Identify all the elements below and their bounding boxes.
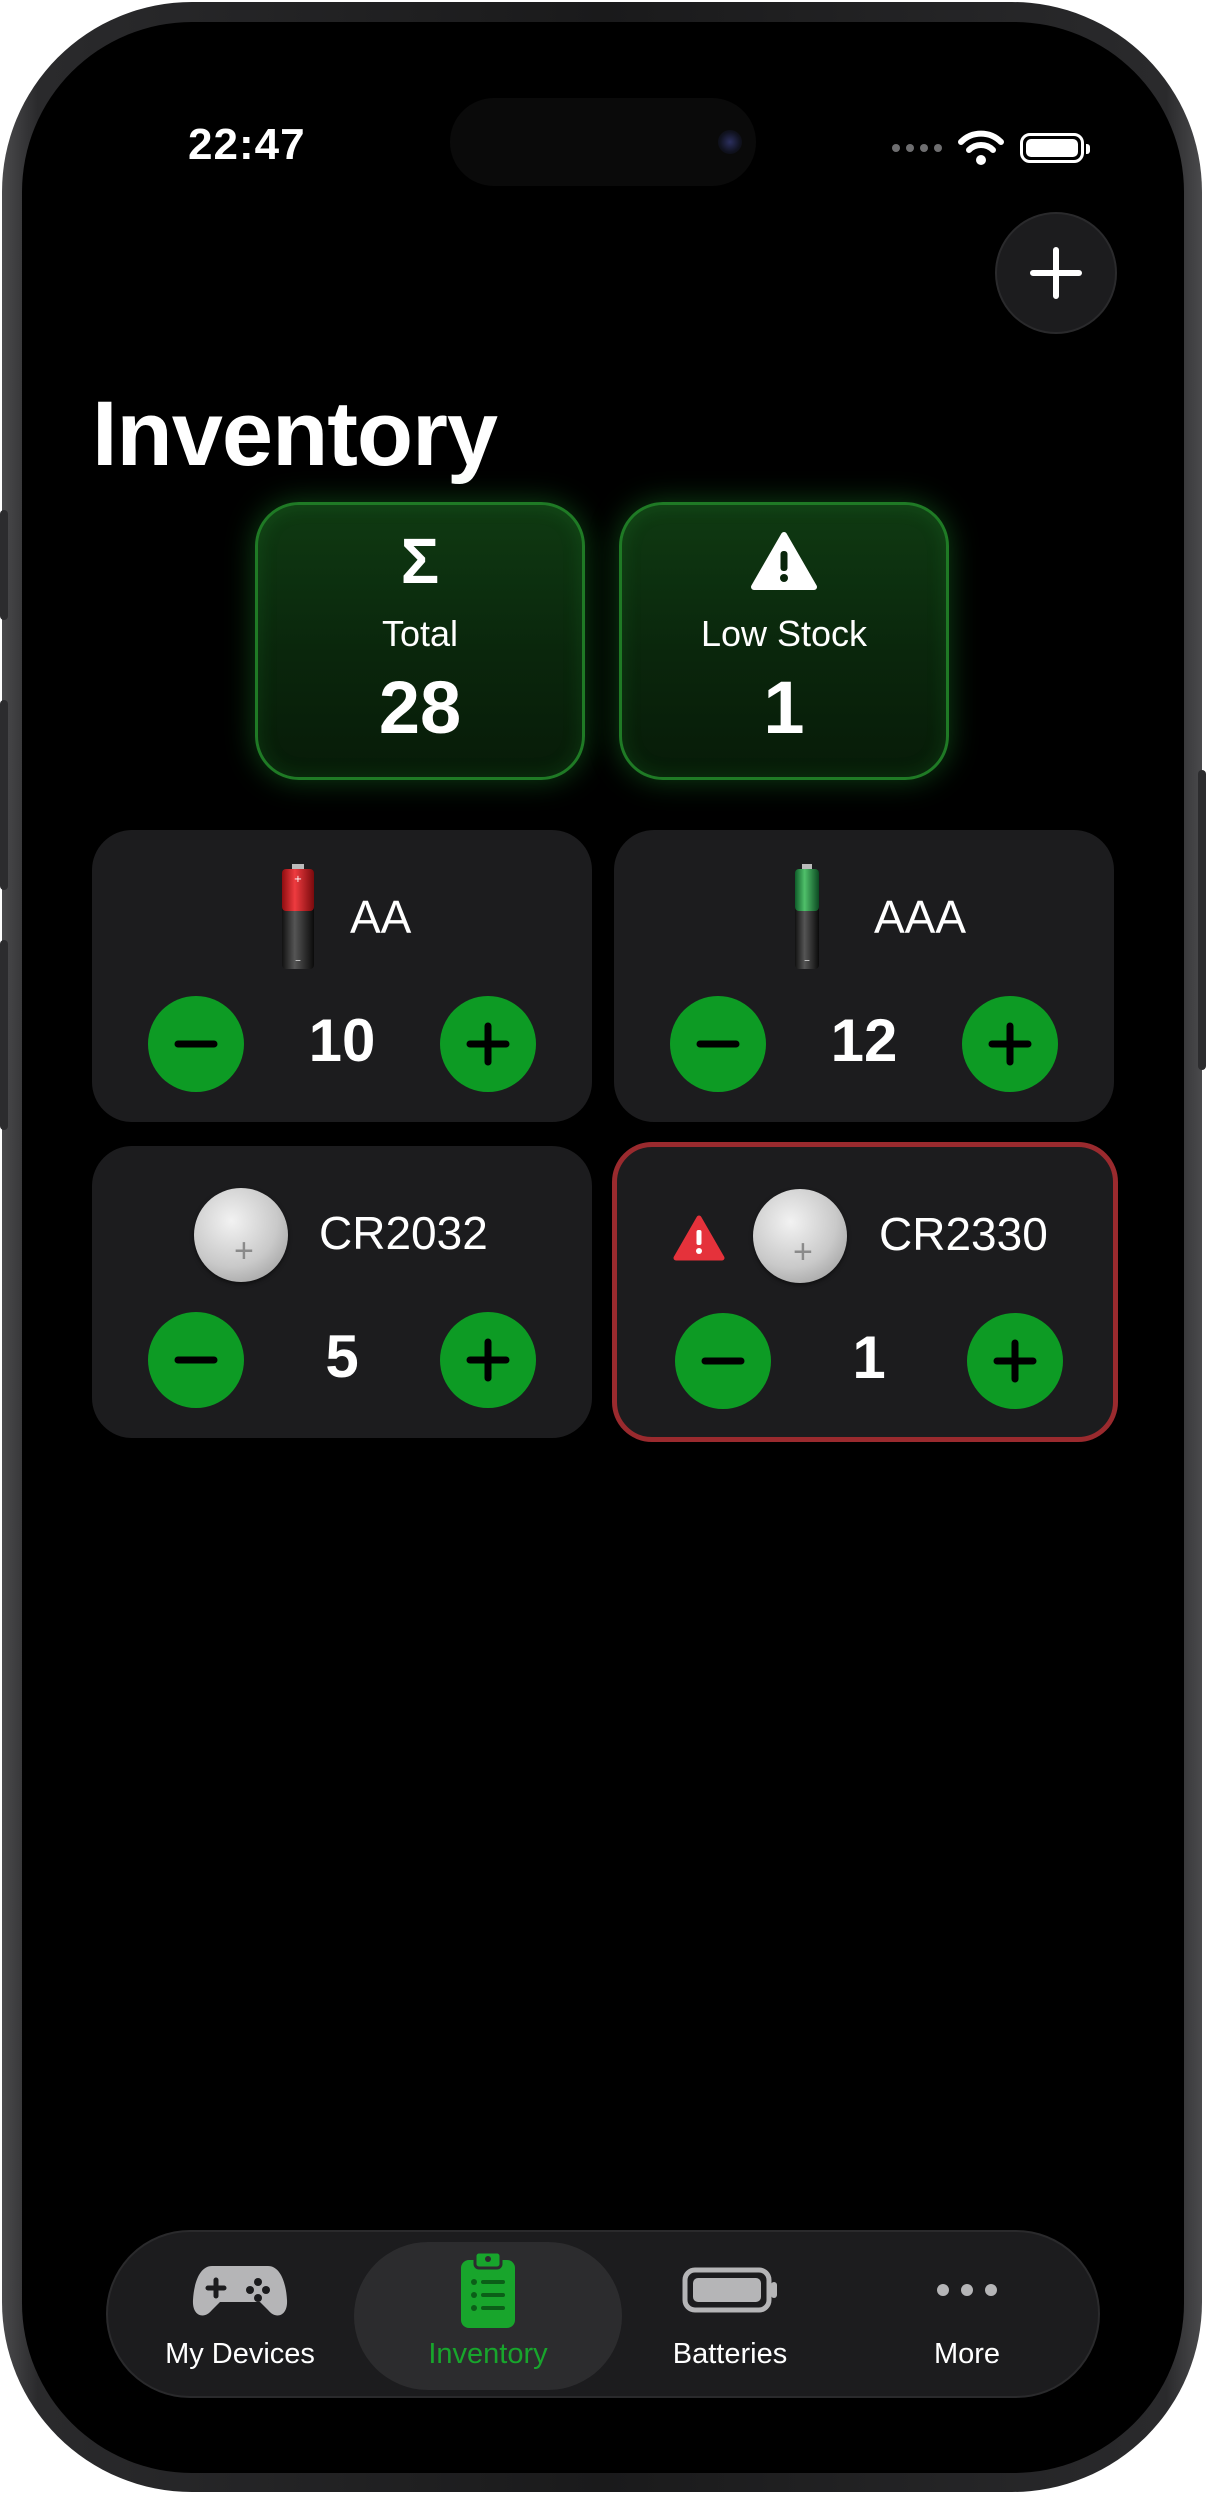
stat-value: 1 (763, 666, 805, 749)
tab-batteries[interactable]: Batteries (620, 2232, 840, 2396)
plus-icon (988, 1022, 1032, 1066)
dynamic-island (450, 98, 756, 186)
battery-icon (620, 2254, 840, 2326)
quantity-value: 12 (830, 1007, 898, 1074)
battery-status-icon (1020, 133, 1090, 163)
aa-battery-icon: + – (282, 864, 314, 969)
tab-label: More (933, 2338, 1001, 2370)
side-button-power (1198, 770, 1206, 1070)
status-icons (892, 130, 1090, 166)
tab-label: Batteries (672, 2338, 788, 2370)
stat-card-total: Σ Total 28 (255, 502, 585, 780)
battery-card-cr2330[interactable]: CR2330 1 (612, 1142, 1118, 1442)
screen: 22:47 Inventory Σ Total 28 Low Stock 1 +… (22, 22, 1184, 2473)
status-time: 22:47 (188, 120, 306, 169)
quantity-value: 1 (852, 1324, 886, 1391)
increment-button[interactable] (962, 996, 1058, 1092)
minus-icon (696, 1040, 740, 1048)
wifi-icon (958, 130, 1004, 165)
side-button-volume-up (0, 700, 8, 890)
plus-icon (466, 1338, 510, 1382)
warning-triangle-icon (622, 525, 946, 597)
minus-icon (701, 1357, 745, 1365)
tab-bar: My Devices Inventory Batteries More (106, 2230, 1100, 2398)
plus-icon (1030, 247, 1082, 299)
decrement-button[interactable] (148, 996, 244, 1092)
battery-name: CR2032 (319, 1207, 488, 1259)
svg-text:+: + (294, 874, 302, 885)
battery-card-cr2032[interactable]: CR2032 5 (92, 1146, 592, 1438)
battery-name: CR2330 (879, 1208, 1048, 1260)
side-button-volume-down (0, 940, 8, 1130)
stat-label: Total (381, 613, 459, 654)
battery-name: AA (350, 891, 412, 943)
clipboard-list-icon (354, 2250, 622, 2328)
battery-name: AAA (874, 891, 967, 943)
plus-icon (993, 1339, 1037, 1383)
sigma-icon: Σ (400, 525, 440, 597)
increment-button[interactable] (440, 996, 536, 1092)
ellipsis-icon (856, 2254, 1078, 2326)
stat-value: 28 (378, 666, 462, 749)
quantity-value: 5 (325, 1323, 359, 1390)
camera-icon (718, 130, 742, 154)
svg-text:–: – (804, 953, 810, 967)
coin-cell-icon (194, 1188, 288, 1282)
plus-icon (466, 1022, 510, 1066)
minus-icon (174, 1356, 218, 1364)
decrement-button[interactable] (670, 996, 766, 1092)
aaa-battery-icon: – (795, 864, 819, 969)
coin-cell-icon (753, 1189, 847, 1283)
tab-inventory[interactable]: Inventory (354, 2232, 622, 2396)
cellular-signal-icon (892, 144, 942, 152)
increment-button[interactable] (440, 1312, 536, 1408)
gamepad-icon (116, 2254, 364, 2326)
tab-more[interactable]: More (856, 2232, 1078, 2396)
tab-my-devices[interactable]: My Devices (116, 2232, 364, 2396)
add-button[interactable] (995, 212, 1117, 334)
tab-label: Inventory (428, 2338, 548, 2370)
increment-button[interactable] (967, 1313, 1063, 1409)
tab-label: My Devices (165, 2338, 315, 2370)
decrement-button[interactable] (148, 1312, 244, 1408)
quantity-value: 10 (308, 1007, 376, 1074)
side-button-action (0, 510, 8, 620)
svg-text:–: – (295, 953, 301, 967)
battery-card-aaa[interactable]: – AAA 12 (614, 830, 1114, 1122)
stat-card-low-stock: Low Stock 1 (619, 502, 949, 780)
battery-card-aa[interactable]: + – AA 10 (92, 830, 592, 1122)
stat-label: Low Stock (700, 613, 868, 654)
decrement-button[interactable] (675, 1313, 771, 1409)
minus-icon (174, 1040, 218, 1048)
page-title: Inventory (92, 383, 498, 485)
warning-triangle-icon (673, 1215, 725, 1261)
